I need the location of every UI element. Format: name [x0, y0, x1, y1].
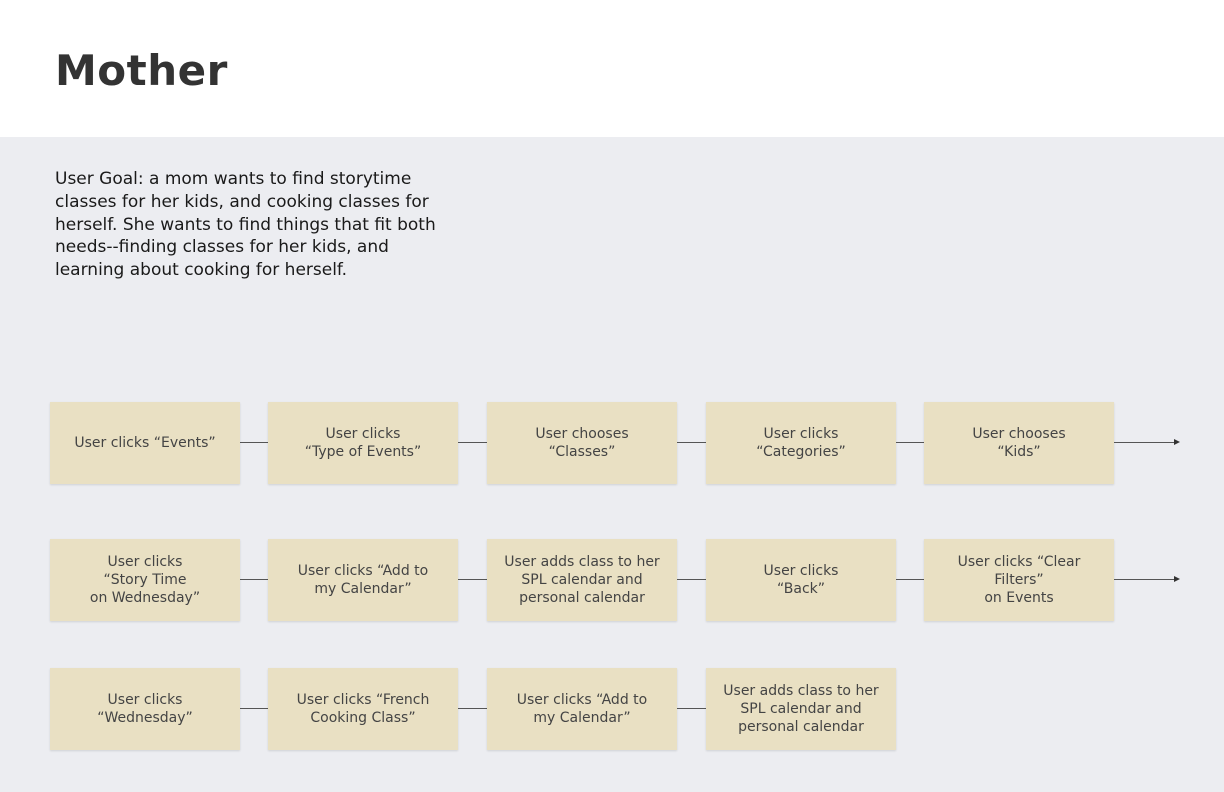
step-label: User clicks “French Cooking Class” — [296, 692, 430, 726]
connector-line — [896, 579, 924, 580]
connector-line — [896, 442, 924, 443]
connector-line — [240, 708, 268, 709]
continue-arrow — [1114, 576, 1180, 582]
flow-step: User clicks “Clear Filters” on Events — [924, 539, 1114, 621]
step-label: User clicks “Type of Events” — [304, 426, 422, 460]
step-label: User chooses “Kids” — [972, 426, 1066, 460]
step-label: User clicks “Wednesday” — [97, 692, 193, 726]
user-flow-page: Mother User Goal: a mom wants to find st… — [0, 0, 1224, 792]
header: Mother — [0, 0, 1224, 137]
step-label: User adds class to her SPL calendar and … — [504, 554, 660, 606]
flow-row-2: User clicks “Story Time on Wednesday” Us… — [0, 539, 1224, 621]
arrow-right-icon — [1174, 576, 1180, 582]
step-label: User clicks “Categories” — [756, 426, 846, 460]
user-goal-text: User Goal: a mom wants to find storytime… — [55, 169, 436, 281]
step-label: User clicks “Back” — [763, 563, 839, 597]
connector-line — [458, 442, 487, 443]
flow-canvas: User Goal: a mom wants to find storytime… — [0, 137, 1224, 792]
connector-line — [677, 442, 706, 443]
connector-line — [458, 579, 487, 580]
step-label: User adds class to her SPL calendar and … — [723, 683, 879, 735]
flow-step: User clicks “Story Time on Wednesday” — [50, 539, 240, 621]
flow-step: User adds class to her SPL calendar and … — [706, 668, 896, 750]
step-label: User clicks “Story Time on Wednesday” — [89, 554, 201, 606]
step-label: User clicks “Events” — [74, 435, 216, 451]
flow-step: User clicks “Categories” — [706, 402, 896, 484]
flow-step: User clicks “Back” — [706, 539, 896, 621]
step-label: User clicks “Add to my Calendar” — [516, 692, 648, 726]
flow-step: User clicks “Type of Events” — [268, 402, 458, 484]
step-label: User clicks “Clear Filters” on Events — [957, 554, 1081, 606]
flow-step: User adds class to her SPL calendar and … — [487, 539, 677, 621]
flow-step: User clicks “Wednesday” — [50, 668, 240, 750]
step-label: User chooses “Classes” — [535, 426, 629, 460]
connector-line — [677, 579, 706, 580]
page-title: Mother — [55, 46, 228, 95]
flow-step: User chooses “Kids” — [924, 402, 1114, 484]
step-label: User clicks “Add to my Calendar” — [297, 563, 429, 597]
connector-line — [458, 708, 487, 709]
flow-step: User clicks “Events” — [50, 402, 240, 484]
flow-step: User clicks “French Cooking Class” — [268, 668, 458, 750]
continue-arrow — [1114, 439, 1180, 445]
flow-row-1: User clicks “Events” User clicks “Type o… — [0, 402, 1224, 484]
connector-line — [240, 579, 268, 580]
flow-row-3: User clicks “Wednesday” User clicks “Fre… — [0, 668, 1224, 750]
connector-line — [677, 708, 706, 709]
flow-step: User clicks “Add to my Calendar” — [487, 668, 677, 750]
flow-step: User clicks “Add to my Calendar” — [268, 539, 458, 621]
arrow-right-icon — [1174, 439, 1180, 445]
connector-line — [240, 442, 268, 443]
flow-step: User chooses “Classes” — [487, 402, 677, 484]
